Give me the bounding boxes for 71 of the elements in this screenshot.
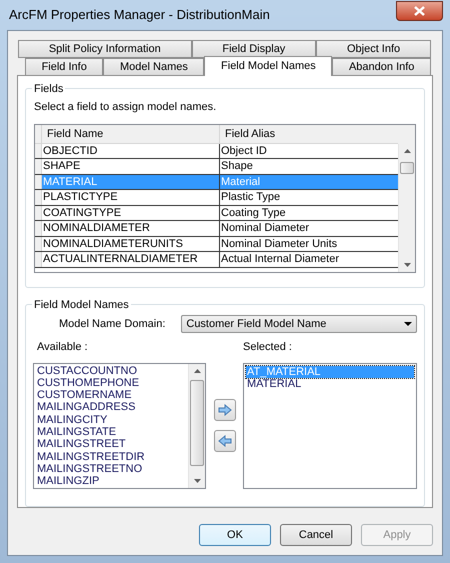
row-header[interactable]	[35, 236, 42, 251]
table-cell-text: Nominal Diameter Units	[220, 236, 338, 251]
right-arrow-icon	[218, 404, 232, 416]
table-cell: MATERIAL	[42, 174, 220, 189]
list-label: Available :	[36, 340, 89, 355]
table-cell-text: Material	[220, 174, 262, 189]
fields-grid[interactable]	[34, 124, 416, 272]
dialog-button[interactable]: OK	[199, 524, 271, 546]
list-item[interactable]: MAILINGCITY	[37, 414, 188, 426]
tab[interactable]: Split Policy Information	[18, 40, 192, 58]
left-arrow-icon	[218, 435, 232, 447]
list-item[interactable]: MAILINGSTATE	[37, 426, 188, 438]
list-item[interactable]: MATERIAL	[246, 378, 414, 390]
table-cell: PLASTICTYPE	[42, 190, 220, 204]
remove-button[interactable]	[214, 430, 236, 452]
table-cell: ACTUALINTERNALDIAMETER	[42, 252, 220, 266]
list-item[interactable]: MAILINGSTREET	[37, 438, 188, 451]
column-header[interactable]: Field Name	[42, 124, 220, 142]
table-cell: SHAPE	[42, 159, 220, 174]
scroll-thumb[interactable]	[190, 380, 204, 466]
table-cell-text: Coating Type	[220, 206, 287, 220]
grid-row[interactable]: PLASTICTYPE Plastic Type	[35, 190, 398, 206]
instruction-text: Select a field to assign model names.	[34, 100, 218, 115]
list-item[interactable]: CUSTHOMEPHONE	[37, 376, 188, 390]
caret-icon	[404, 322, 412, 326]
scroll-thumb[interactable]	[400, 162, 414, 174]
list-item[interactable]: CUSTOMERNAME	[37, 389, 188, 402]
list-label: Selected :	[243, 340, 292, 355]
list-item[interactable]: MAILINGADDRESS	[37, 401, 188, 414]
scrollbar[interactable]	[398, 144, 415, 272]
list-item[interactable]: MAILINGSTREETNO	[37, 462, 188, 476]
available-list[interactable]: CUSTACCOUNTNO CUSTHOMEPHONE CUSTOMERNAME MAILINGADDRESS MAILINGCITY MAILINGSTATE MAILINGSTREET MAILINGSTREETDIR MAILINGSTREETNO MAILINGZIP	[33, 362, 206, 488]
grid-row[interactable]: NOMINALDIAMETER Nominal Diameter	[35, 221, 398, 236]
row-header[interactable]	[35, 206, 42, 220]
grid-row[interactable]: SHAPE Shape	[35, 159, 398, 174]
grid-row[interactable]: OBJECTID Object ID	[35, 144, 398, 159]
table-cell-text: Nominal Diameter	[220, 221, 310, 236]
table-cell: NOMINALDIAMETER	[42, 221, 220, 236]
grid-row[interactable]: ACTUALINTERNALDIAMETER Actual Internal Diameter	[35, 252, 398, 268]
tab[interactable]: Model Names	[103, 58, 204, 76]
table-cell-text: Actual Internal Diameter	[220, 252, 340, 266]
row-header[interactable]	[35, 174, 42, 189]
column-header[interactable]: Field Alias	[220, 124, 398, 142]
scroll-down-icon[interactable]	[404, 262, 411, 266]
table-cell: NOMINALDIAMETERUNITS	[42, 236, 220, 251]
list-item[interactable]: CUSTACCOUNTNO	[37, 364, 188, 377]
scroll-down-icon[interactable]	[194, 478, 201, 482]
add-button[interactable]	[214, 399, 236, 421]
selected-list[interactable]: AT_MATERIAL MATERIAL	[243, 362, 417, 488]
grid-row[interactable]: COATINGTYPE Coating Type	[35, 206, 398, 221]
grid-row[interactable]: NOMINALDIAMETERUNITS Nominal Diameter Units	[35, 236, 398, 252]
close-icon	[414, 6, 425, 16]
scroll-up-icon[interactable]	[194, 368, 201, 372]
scroll-up-icon[interactable]	[404, 148, 411, 152]
tab[interactable]: Field Info	[25, 58, 104, 76]
table-cell-text: Shape	[220, 159, 254, 174]
table-cell-text: Plastic Type	[220, 190, 282, 204]
tab[interactable]: Field Model Names	[204, 56, 332, 76]
field-label: Model Name Domain:	[59, 316, 166, 332]
domain-dropdown[interactable]: Customer Field Model Name	[181, 315, 417, 333]
scrollbar[interactable]	[188, 364, 205, 488]
tab[interactable]: Object Info	[316, 40, 431, 58]
table-cell-text: Object ID	[220, 144, 268, 158]
table-cell: OBJECTID	[42, 144, 220, 158]
tab[interactable]: Abandon Info	[332, 58, 432, 76]
table-cell: COATINGTYPE	[42, 206, 220, 220]
list-item[interactable]: MAILINGSTREETDIR	[37, 450, 188, 463]
list-item[interactable]: MAILINGZIP	[37, 475, 188, 488]
dialog-button[interactable]: Cancel	[280, 524, 352, 546]
close-button[interactable]	[396, 1, 443, 21]
window-title: ArcFM Properties Manager - DistributionMain	[9, 6, 270, 24]
